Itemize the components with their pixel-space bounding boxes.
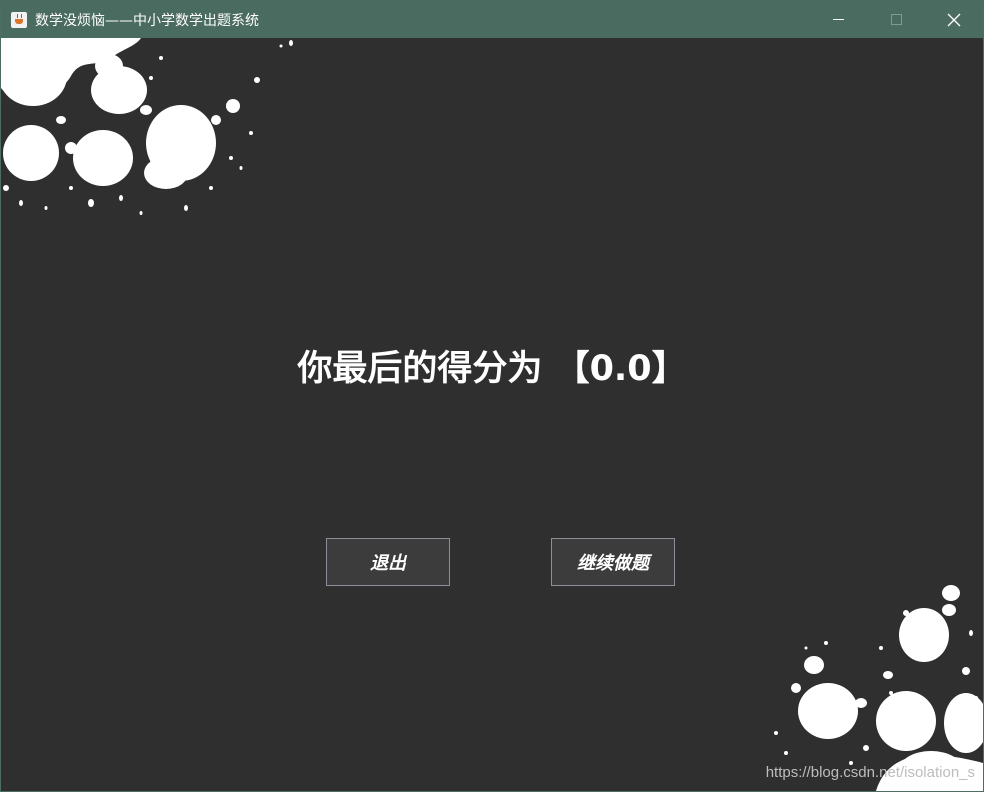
continue-practice-button[interactable]: 继续做题: [551, 538, 675, 586]
title-bar[interactable]: 数学没烦恼——中小学数学出题系统: [1, 1, 983, 38]
close-icon: [947, 13, 961, 26]
minimize-button[interactable]: [809, 1, 867, 38]
maximize-icon: [890, 14, 902, 25]
maximize-button[interactable]: [867, 1, 925, 38]
result-panel: 你最后的得分为 【0.0】 退出 继续做题 https://blog.csdn.…: [1, 38, 983, 791]
window-controls: [809, 1, 983, 38]
app-window: 数学没烦恼——中小学数学出题系统 你最后的得分为 【0.0】 退出 继续做题 h…: [0, 0, 984, 792]
final-score-text: 你最后的得分为 【0.0】: [297, 349, 687, 389]
paint-splatter-bottom-right: [774, 585, 983, 791]
minimize-icon: [832, 19, 844, 20]
java-app-icon: [11, 11, 27, 28]
watermark-text: https://blog.csdn.net/isolation_s: [765, 764, 975, 781]
paint-splatter-top-left: [1, 38, 293, 215]
close-button[interactable]: [925, 1, 983, 38]
window-title: 数学没烦恼——中小学数学出题系统: [35, 12, 259, 29]
exit-button[interactable]: 退出: [326, 538, 450, 586]
